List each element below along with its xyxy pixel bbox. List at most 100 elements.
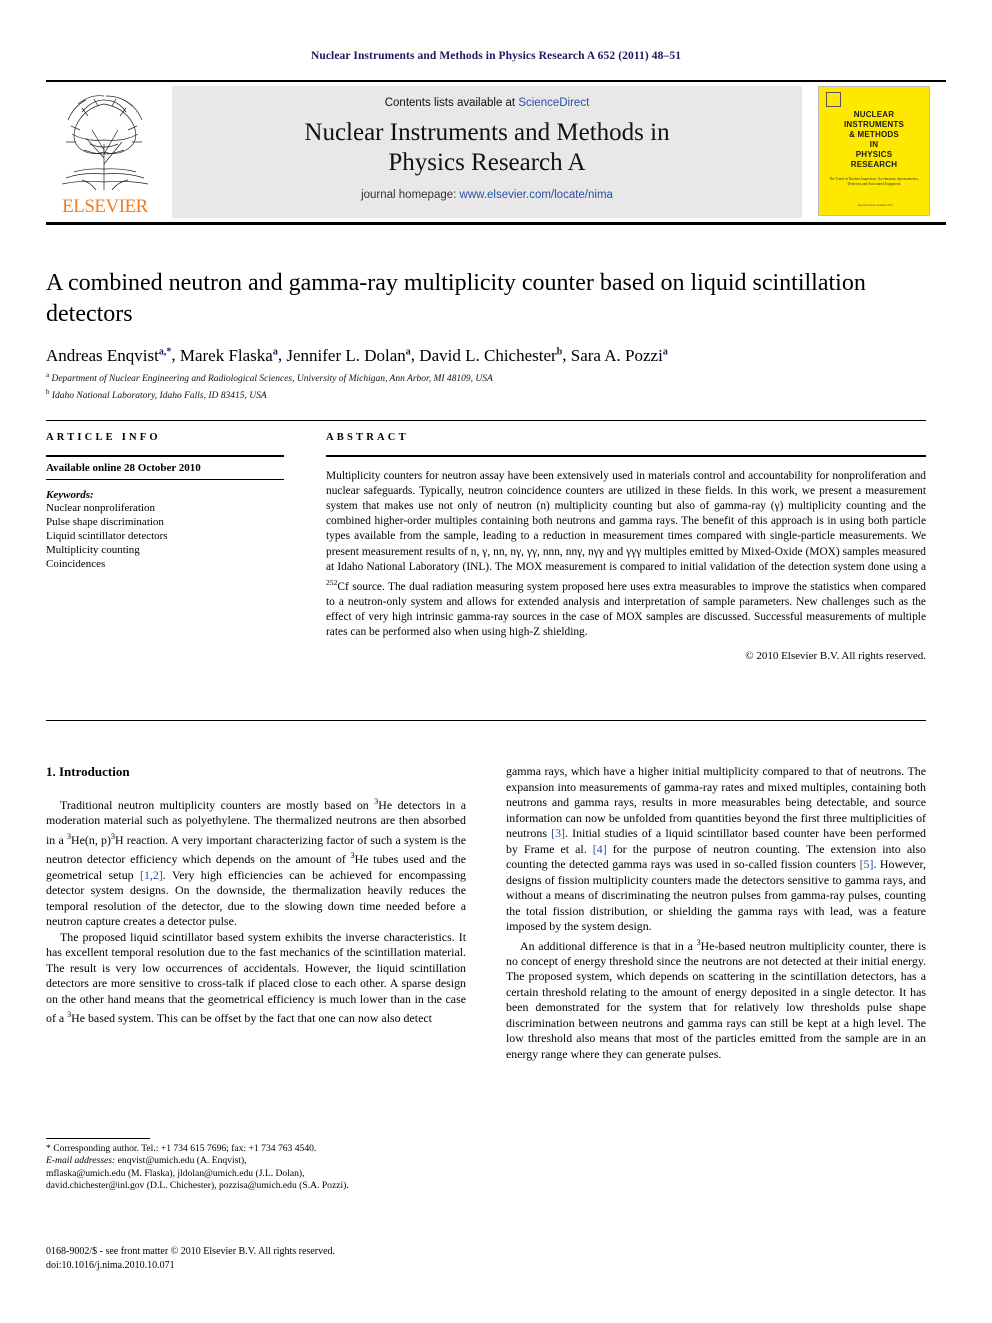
affiliation-list: a Department of Nuclear Engineering and …	[46, 369, 936, 402]
journal-title-line-1: Nuclear Instruments and Methods in	[304, 119, 670, 146]
paragraph: Traditional neutron multiplicity counter…	[46, 794, 466, 930]
masthead-bottom-rule	[46, 222, 946, 225]
homepage-url-link[interactable]: www.elsevier.com/locate/nima	[460, 189, 613, 201]
cover-title-line-6: RESEARCH	[850, 160, 898, 169]
keyword-item: Multiplicity counting	[46, 543, 140, 556]
info-block-bottom-rule	[46, 720, 926, 721]
masthead: ELSEVIER Contents lists available at Sci…	[46, 82, 946, 222]
cover-title: NUCLEAR INSTRUMENTS & METHODS IN PHYSICS…	[819, 110, 929, 170]
article-history: Available online 28 October 2010	[46, 462, 284, 480]
abstract-text-part-2: source. The dual radiation measuring sys…	[326, 580, 926, 639]
article-info-heading: ARTICLE INFO	[46, 432, 161, 443]
keyword-item: Pulse shape discrimination	[46, 515, 164, 528]
author-affil-mark: b	[556, 346, 563, 357]
cover-title-line-4: IN	[869, 140, 879, 149]
author-affil-mark: a	[272, 346, 278, 357]
doi-line[interactable]: doi:10.1016/j.nima.2010.10.071	[46, 1259, 476, 1273]
abstract-heading: ABSTRACT	[326, 432, 409, 443]
abstract-copyright: © 2010 Elsevier B.V. All rights reserved…	[745, 649, 926, 662]
author-name: David L. Chichester	[419, 345, 557, 365]
page-title: A combined neutron and gamma-ray multipl…	[46, 270, 866, 327]
email-label: E-mail addresses:	[46, 1155, 116, 1167]
author-affil-mark: a	[405, 346, 411, 357]
affiliation-item: a Department of Nuclear Engineering and …	[46, 369, 936, 386]
abstract-text: Multiplicity counters for neutron assay …	[326, 469, 926, 641]
contents-box: Contents lists available at ScienceDirec…	[172, 86, 802, 218]
citation-link[interactable]: [3]	[551, 826, 565, 840]
author-list: Andreas Enqvista,*, Marek Flaskaa, Jenni…	[46, 345, 668, 365]
isotope-mass-number: 252	[326, 577, 338, 587]
cover-title-line-5: PHYSICS	[855, 150, 893, 159]
citation-link[interactable]: [5]	[860, 857, 874, 871]
body-column-left: 1. Introduction Traditional neutron mult…	[46, 764, 466, 1027]
email-addresses-line-3[interactable]: david.chichester@inl.gov (D.L. Chicheste…	[46, 1180, 466, 1192]
author-item[interactable]: Sara A. Pozzia	[571, 346, 668, 365]
author-item[interactable]: David L. Chichesterb	[419, 346, 562, 365]
author-name: Andreas Enqvist	[46, 345, 159, 365]
para-text: He(n, p)	[71, 832, 111, 847]
body-column-right: gamma rays, which have a higher initial …	[506, 764, 926, 1062]
contents-prefix: Contents lists available at	[384, 97, 516, 109]
author-item[interactable]: Jennifer L. Dolana	[286, 346, 410, 365]
affiliation-item: b Idaho National Laboratory, Idaho Falls…	[46, 386, 936, 403]
footnote-block: * Corresponding author. Tel.: +1 734 615…	[46, 1143, 466, 1193]
journal-homepage-line: journal homepage: www.elsevier.com/locat…	[172, 189, 802, 201]
email-addresses-line-2[interactable]: mflaska@umich.edu (M. Flaska), jldolan@u…	[46, 1168, 466, 1180]
isotope-symbol: Cf	[337, 580, 349, 593]
cover-footer: Special Issue Volume 652	[857, 203, 893, 207]
author-affil-mark: a,*	[158, 346, 172, 357]
article-info-block: ARTICLE INFO Available online 28 October…	[46, 432, 284, 571]
corresponding-author-note: * Corresponding author. Tel.: +1 734 615…	[46, 1143, 317, 1154]
cover-title-line-1: NUCLEAR	[853, 110, 895, 119]
sciencedirect-link[interactable]: ScienceDirect	[518, 97, 589, 109]
paragraph: An additional difference is that in a 3H…	[506, 935, 926, 1063]
section-heading-introduction: 1. Introduction	[46, 764, 130, 779]
article-info-divider	[46, 455, 284, 457]
keyword-item: Coincidences	[46, 557, 106, 570]
author-name: Sara A. Pozzi	[570, 345, 663, 365]
info-block-top-rule	[46, 420, 926, 421]
para-text: He based system. This can be offset by t…	[71, 1011, 432, 1026]
author-affil-mark: a	[662, 346, 668, 357]
elsevier-tree-icon	[61, 95, 149, 191]
cover-subtitle: The Trend in Nuclear Inspection, Acceler…	[829, 177, 919, 186]
abstract-block: ABSTRACT Multiplicity counters for neutr…	[326, 432, 926, 662]
abstract-text-part-1: Multiplicity counters for neutron assay …	[326, 469, 926, 573]
author-item[interactable]: Andreas Enqvista,*	[46, 346, 171, 365]
para-text: An additional difference is that in a	[520, 938, 697, 953]
journal-title-line-2: Physics Research A	[388, 149, 586, 176]
email-addresses-note: E-mail addresses: enqvist@umich.edu (A. …	[46, 1155, 466, 1167]
homepage-prefix: journal homepage:	[361, 189, 457, 201]
abstract-divider	[326, 455, 926, 457]
elsevier-logo: ELSEVIER	[46, 86, 164, 218]
imprint-block: 0168-9002/$ - see front matter © 2010 El…	[46, 1245, 476, 1272]
journal-title: Nuclear Instruments and Methods in Physi…	[172, 118, 802, 178]
issn-front-matter: 0168-9002/$ - see front matter © 2010 El…	[46, 1246, 336, 1257]
author-name: Marek Flaska	[179, 345, 273, 365]
keyword-item: Liquid scintillator detectors	[46, 529, 168, 542]
affiliation-text: Idaho National Laboratory, Idaho Falls, …	[51, 390, 267, 401]
cover-title-line-2: INSTRUMENTS	[844, 120, 904, 129]
author-item[interactable]: Marek Flaskaa	[180, 346, 278, 365]
contents-available-line: Contents lists available at ScienceDirec…	[172, 97, 802, 109]
author-name: Jennifer L. Dolan	[286, 345, 406, 365]
keywords-label: Keywords:	[46, 488, 94, 501]
para-text: He-based neutron multiplicity counter, t…	[506, 938, 926, 1061]
elsevier-wordmark: ELSEVIER	[62, 196, 148, 217]
affiliation-text: Department of Nuclear Engineering and Ra…	[51, 374, 493, 385]
email-link[interactable]: enqvist@umich.edu (A. Enqvist),	[118, 1155, 247, 1166]
journal-cover-thumbnail: NUCLEAR INSTRUMENTS & METHODS IN PHYSICS…	[818, 86, 930, 216]
affiliation-mark: a	[46, 371, 50, 379]
para-text: Traditional neutron multiplicity counter…	[60, 797, 375, 812]
journal-article-page: Nuclear Instruments and Methods in Physi…	[0, 0, 992, 1323]
citation-link[interactable]: [4]	[593, 842, 607, 856]
paragraph: The proposed liquid scintillator based s…	[46, 930, 466, 1027]
running-head: Nuclear Instruments and Methods in Physi…	[310, 50, 682, 62]
cover-publisher-badge	[826, 92, 841, 107]
affiliation-mark: b	[46, 387, 50, 396]
cover-title-line-3: & METHODS	[849, 130, 899, 139]
citation-link[interactable]: [1,2]	[140, 868, 163, 882]
keyword-item: Nuclear nonproliferation	[46, 501, 156, 514]
footnote-divider	[46, 1138, 150, 1139]
paragraph: gamma rays, which have a higher initial …	[506, 764, 926, 935]
